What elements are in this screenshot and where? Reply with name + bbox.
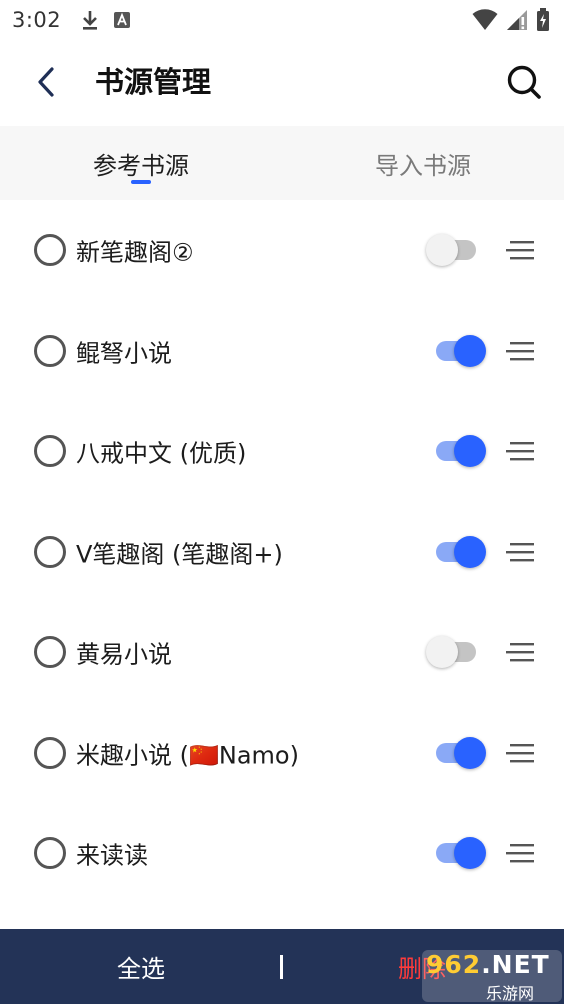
app-bar: 书源管理 (0, 40, 564, 126)
tab-label: 导入书源 (375, 151, 471, 180)
source-name: 新笔趣阁② (76, 238, 194, 267)
watermark-suffix: .NET (481, 950, 550, 979)
source-name: 八戒中文 (优质) (76, 439, 247, 468)
select-radio[interactable] (34, 435, 66, 468)
enable-switch[interactable] (424, 736, 488, 770)
select-radio[interactable] (34, 334, 66, 367)
enable-switch[interactable] (424, 434, 488, 468)
list-item: 新笔趣阁② (0, 200, 564, 301)
wifi-icon (472, 9, 498, 30)
search-icon (507, 65, 541, 99)
watermark-sub: 乐游网 (486, 984, 535, 1003)
watermark-logo: 962.NET 乐游网 (422, 950, 562, 1003)
watermark-main: 962.NET (426, 950, 550, 979)
back-button[interactable] (26, 62, 66, 102)
select-radio[interactable] (34, 736, 66, 769)
select-radio[interactable] (34, 234, 66, 267)
status-bar: 3:02 (0, 0, 564, 40)
drag-handle-icon[interactable] (506, 340, 534, 362)
enable-switch[interactable] (424, 334, 488, 368)
download-icon (83, 11, 98, 30)
drag-handle-icon[interactable] (506, 541, 534, 563)
select-radio[interactable] (34, 535, 66, 568)
drag-handle-icon[interactable] (506, 440, 534, 462)
drag-handle-icon[interactable] (506, 641, 534, 663)
enable-switch[interactable] (424, 535, 488, 569)
tab-indicator (131, 180, 151, 184)
status-time: 3:02 (12, 8, 62, 32)
source-list: 新笔趣阁② 鲲弩小说 八戒中文 (优质) V笔趣阁 (笔趣阁+) 黄易小说 米趣… (0, 200, 564, 904)
a-notification-icon (114, 12, 131, 28)
source-name: V笔趣阁 (笔趣阁+) (76, 540, 283, 569)
source-name: 来读读 (76, 841, 148, 870)
page-title: 书源管理 (95, 65, 212, 99)
tab-reference-sources[interactable]: 参考书源 (0, 126, 282, 200)
watermark-number: 962 (426, 950, 482, 979)
drag-handle-icon[interactable] (506, 842, 534, 864)
select-all-button[interactable]: 全选 (90, 929, 192, 1004)
signal-icon (507, 10, 527, 30)
list-item: 八戒中文 (优质) (0, 401, 564, 502)
enable-switch[interactable] (424, 836, 488, 870)
list-item: 鲲弩小说 (0, 301, 564, 402)
enable-switch[interactable] (424, 635, 488, 669)
select-radio[interactable] (34, 837, 66, 870)
tab-label: 参考书源 (93, 151, 189, 180)
select-radio[interactable] (34, 636, 66, 669)
list-item: 来读读 (0, 803, 564, 904)
status-notification-icons (81, 9, 131, 31)
tab-imported-sources[interactable]: 导入书源 (282, 126, 564, 200)
search-button[interactable] (502, 60, 546, 104)
battery-icon (537, 8, 549, 31)
chevron-left-icon (38, 67, 54, 97)
drag-handle-icon[interactable] (506, 742, 534, 764)
list-item: 黄易小说 (0, 602, 564, 703)
status-system-icons (472, 8, 550, 32)
source-name: 米趣小说 (🇨🇳Namo) (76, 741, 299, 770)
enable-switch[interactable] (424, 233, 488, 267)
list-item: 米趣小说 (🇨🇳Namo) (0, 703, 564, 804)
source-tabs: 参考书源 导入书源 (0, 126, 564, 200)
source-name: 黄易小说 (76, 640, 172, 669)
list-item: V笔趣阁 (笔趣阁+) (0, 502, 564, 603)
source-name: 鲲弩小说 (76, 339, 172, 368)
bar-divider (280, 955, 283, 979)
drag-handle-icon[interactable] (506, 239, 534, 261)
